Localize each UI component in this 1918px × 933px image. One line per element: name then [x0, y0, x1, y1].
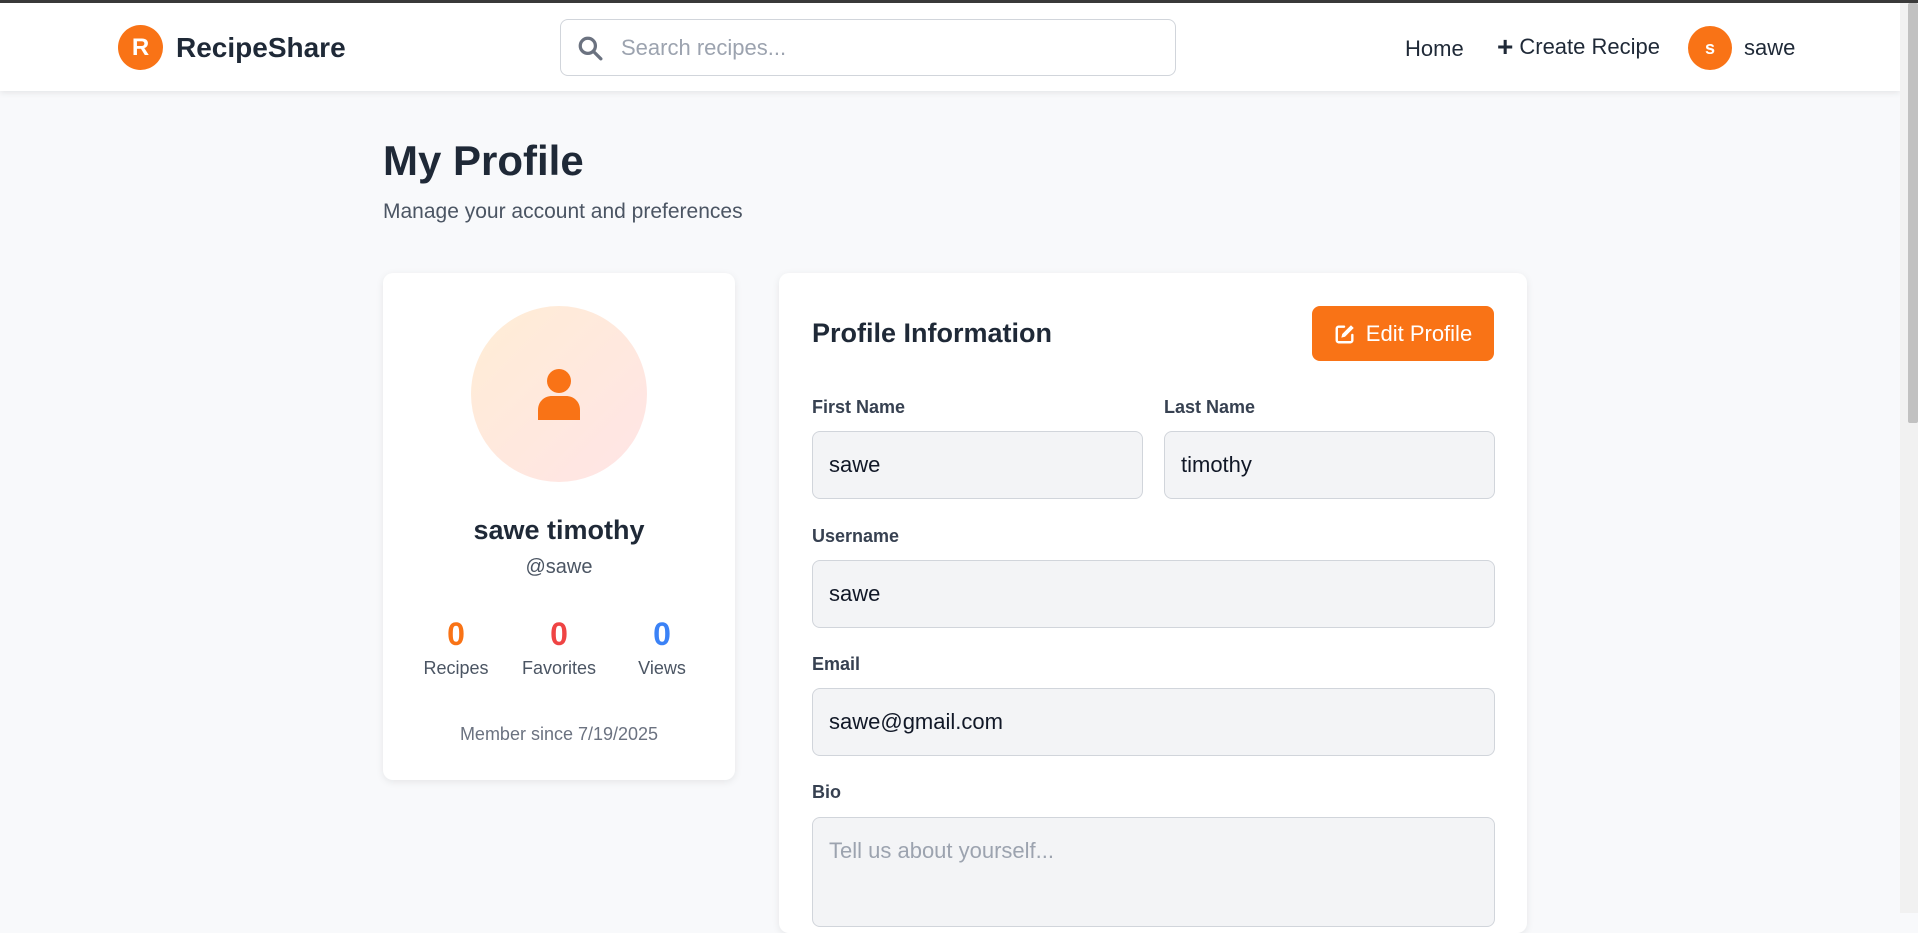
- user-menu[interactable]: s sawe: [1688, 26, 1795, 70]
- stat-recipes-label: Recipes: [423, 658, 489, 678]
- nav-create-label: Create Recipe: [1519, 34, 1660, 59]
- username-field[interactable]: sawe: [812, 560, 1495, 628]
- stat-views-label: Views: [638, 658, 686, 678]
- stat-views-value: 0: [653, 616, 671, 652]
- stat-recipes-value: 0: [447, 616, 465, 652]
- scrollbar-thumb[interactable]: [1908, 3, 1918, 423]
- stat-views: 0 Views: [607, 616, 717, 679]
- stat-favorites: 0 Favorites: [504, 616, 614, 679]
- edit-icon: [1335, 324, 1354, 343]
- nav-home-link[interactable]: Home: [1405, 36, 1464, 62]
- last-name-label: Last Name: [1164, 397, 1256, 417]
- stat-favorites-label: Favorites: [521, 658, 597, 678]
- logo-badge: R: [118, 25, 163, 70]
- user-icon: [538, 369, 580, 420]
- profile-info-card: Profile Information Edit Profile First N…: [779, 273, 1527, 933]
- first-name-label: First Name: [812, 397, 906, 417]
- plus-icon: +: [1497, 31, 1514, 62]
- page-title: My Profile: [383, 137, 584, 184]
- app-logo[interactable]: R RecipeShare: [118, 25, 346, 70]
- profile-avatar: [471, 306, 647, 482]
- stat-recipes: 0 Recipes: [401, 616, 511, 679]
- page-subtitle: Manage your account and preferences: [383, 200, 743, 223]
- profile-full-name: sawe timothy: [473, 515, 645, 545]
- profile-info-title: Profile Information: [812, 318, 1053, 348]
- search-input[interactable]: [621, 34, 1161, 61]
- search-bar[interactable]: [560, 19, 1176, 76]
- email-label: Email: [812, 654, 861, 674]
- member-since: Member since 7/19/2025: [459, 724, 659, 744]
- nav-create-recipe-link[interactable]: + Create Recipe: [1497, 31, 1660, 62]
- top-navbar: R RecipeShare Home + Create Recipe s saw…: [0, 3, 1900, 91]
- bio-textarea[interactable]: [812, 817, 1495, 927]
- first-name-field[interactable]: sawe: [812, 431, 1143, 499]
- edit-profile-label: Edit Profile: [1365, 320, 1473, 346]
- user-avatar: s: [1688, 26, 1732, 70]
- stat-favorites-value: 0: [550, 616, 568, 652]
- username-label: Username: [812, 526, 900, 546]
- bio-label: Bio: [812, 782, 841, 802]
- edit-profile-button[interactable]: Edit Profile: [1312, 306, 1494, 361]
- profile-handle: @sawe: [525, 556, 593, 578]
- search-icon: [578, 36, 603, 60]
- user-name: sawe: [1744, 35, 1796, 60]
- email-field[interactable]: sawe@gmail.com: [812, 688, 1495, 756]
- app-name: RecipeShare: [176, 31, 346, 63]
- profile-summary-card: sawe timothy @sawe 0 Recipes 0 Favorites…: [383, 273, 735, 780]
- last-name-field[interactable]: timothy: [1164, 431, 1495, 499]
